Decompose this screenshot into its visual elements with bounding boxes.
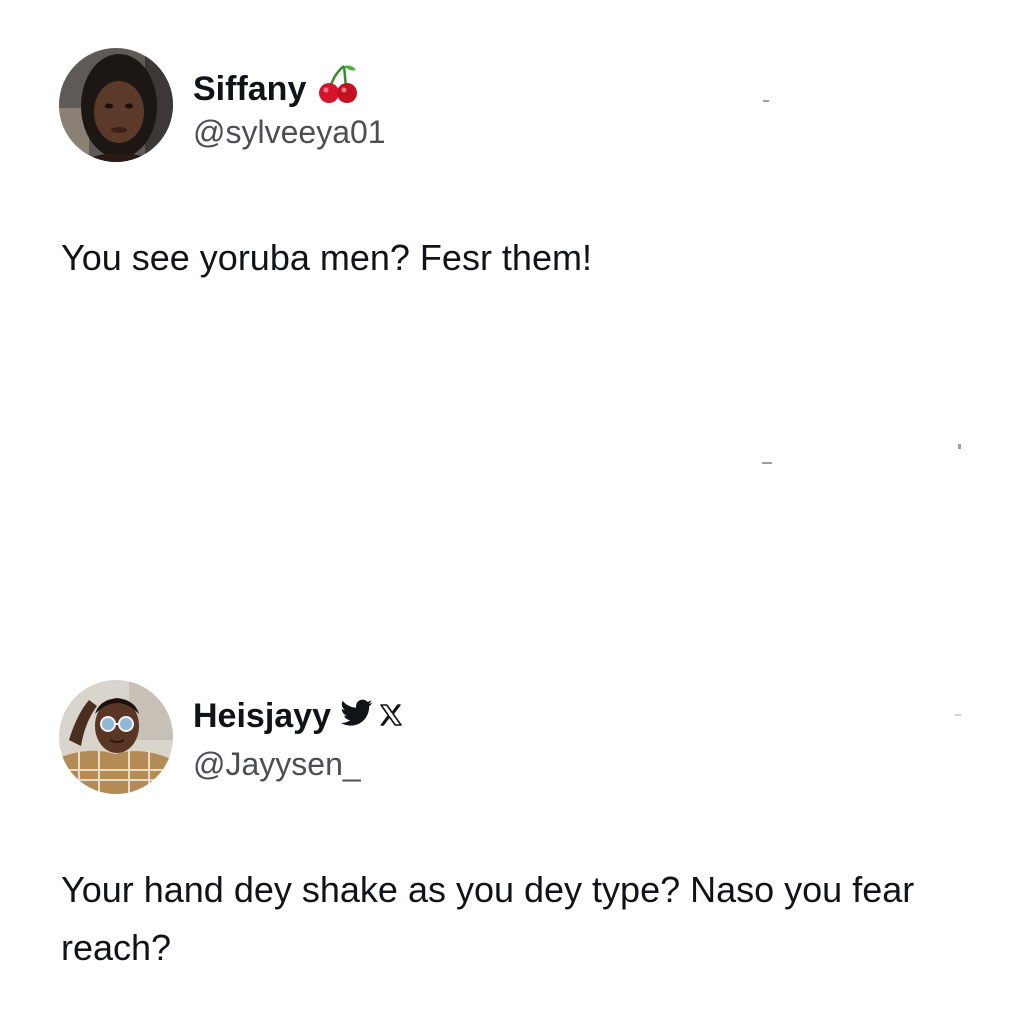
- artifact-speck: [955, 714, 961, 716]
- avatar[interactable]: [59, 680, 173, 794]
- twitter-bird-icon: [340, 696, 373, 736]
- tweet-text: You see yoruba men? Fesr them!: [61, 237, 592, 278]
- display-name-text: Siffany: [193, 69, 307, 108]
- artifact-speck: [958, 444, 961, 449]
- x-logo-icon: [379, 696, 403, 736]
- avatar-image: [59, 48, 173, 162]
- display-name[interactable]: Siffany: [193, 62, 360, 115]
- display-name[interactable]: Heisjayy: [193, 696, 403, 736]
- user-handle[interactable]: @Jayysen_: [193, 744, 361, 784]
- cherries-icon: [316, 62, 360, 115]
- artifact-speck: [762, 462, 772, 464]
- artifact-speck: [763, 100, 769, 102]
- display-name-text: Heisjayy: [193, 697, 331, 735]
- user-handle[interactable]: @sylveeya01: [193, 112, 386, 152]
- avatar-image: [59, 680, 173, 794]
- tweet-text: Your hand dey shake as you dey type? Nas…: [61, 869, 915, 968]
- avatar[interactable]: [59, 48, 173, 162]
